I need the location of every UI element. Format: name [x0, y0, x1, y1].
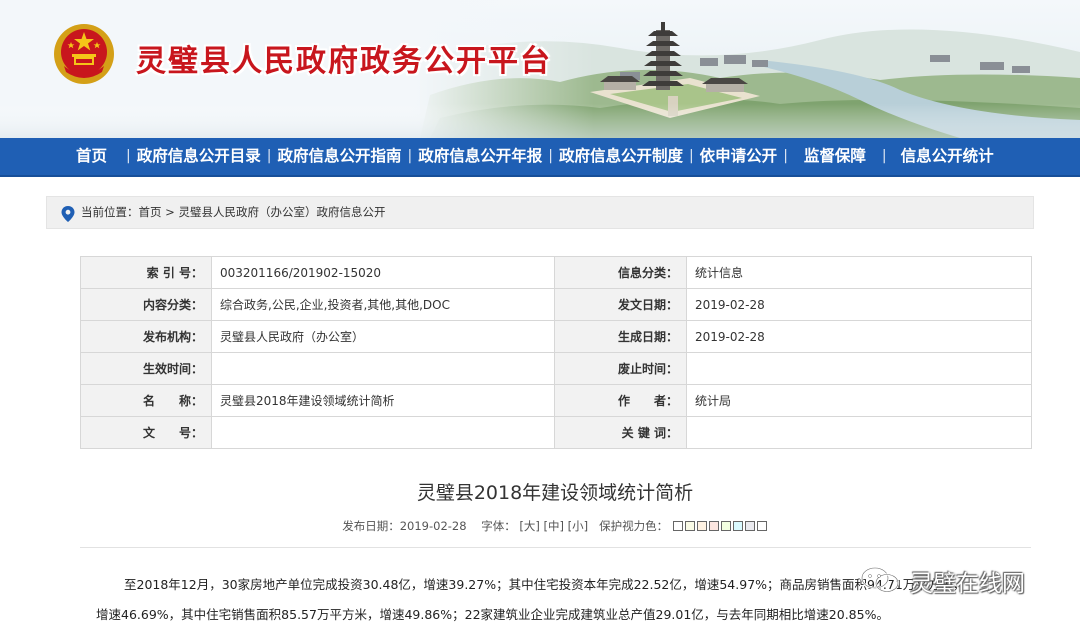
meta-value-expiry-time [686, 352, 1032, 385]
national-emblem-icon [54, 24, 114, 84]
eye-care-label: 保护视力色： [599, 519, 669, 533]
eye-care-swatch-7[interactable] [744, 521, 755, 531]
nav-separator: | [688, 148, 694, 164]
meta-value-issue-date: 2019-02-28 [686, 288, 1032, 321]
article-divider [80, 547, 1031, 548]
font-small-button[interactable]: [小] [568, 519, 588, 533]
meta-label-keywords: 关 键 词： [554, 416, 687, 449]
article-title: 灵璧县2018年建设领域统计简析 [416, 482, 694, 504]
meta-label-publisher: 发布机构： [80, 320, 212, 353]
meta-value-doc-number [211, 416, 555, 449]
eye-care-swatch-2[interactable] [684, 521, 695, 531]
nav-item-catalog[interactable]: 政府信息公开目录 [137, 138, 261, 175]
meta-value-author: 统计局 [686, 384, 1032, 417]
nav-separator: | [266, 148, 272, 164]
meta-label-author: 作 者： [554, 384, 687, 417]
meta-label-expiry-time: 废止时间： [554, 352, 687, 385]
meta-value-publisher: 灵璧县人民政府（办公室） [211, 320, 555, 353]
nav-separator: | [881, 148, 887, 164]
meta-label-name: 名 称： [80, 384, 212, 417]
meta-label-content-type: 内容分类： [80, 288, 212, 321]
nav-separator: | [126, 148, 131, 164]
meta-value-keywords [686, 416, 1032, 449]
eye-care-swatch-8[interactable] [756, 521, 767, 531]
eye-care-swatch-5[interactable] [720, 521, 731, 531]
breadcrumb-text[interactable]: 当前位置：首页 > 灵璧县人民政府（办公室）政府信息公开 [81, 197, 385, 228]
watermark-text: 灵璧在线网 [910, 571, 1025, 597]
nav-item-statistics[interactable]: 信息公开统计 [893, 138, 994, 175]
table-row: 内容分类： 综合政务,公民,企业,投资者,其他,其他,DOC 发文日期： 201… [80, 288, 1032, 321]
table-row: 名 称： 灵璧县2018年建设领域统计简析 作 者： 统计局 [80, 384, 1032, 417]
meta-value-category: 统计信息 [686, 256, 1032, 289]
table-row: 生效时间： 废止时间： [80, 352, 1032, 385]
nav-separator: | [783, 148, 788, 164]
nav-separator: | [548, 148, 553, 164]
meta-label-category: 信息分类： [554, 256, 687, 289]
meta-value-created-date: 2019-02-28 [686, 320, 1032, 353]
site-banner: 灵璧县人民政府政务公开平台 [0, 0, 1080, 138]
nav-item-home[interactable]: 首页 [60, 138, 120, 175]
breadcrumb: 当前位置：首页 > 灵璧县人民政府（办公室）政府信息公开 [46, 196, 1034, 229]
meta-value-index: 003201166/201902-15020 [211, 256, 555, 289]
location-pin-icon [61, 206, 75, 222]
main-nav: 首页 | 政府信息公开目录 | 政府信息公开指南 | 政府信息公开年报 | 政府… [0, 138, 1080, 177]
font-large-button[interactable]: [大] [519, 519, 539, 533]
meta-label-index: 索 引 号： [80, 256, 212, 289]
table-row: 索 引 号： 003201166/201902-15020 信息分类： 统计信息 [80, 256, 1032, 289]
nav-item-request[interactable]: 依申请公开 [700, 138, 778, 175]
nav-separator: | [407, 148, 413, 164]
article-meta-bar: 发布日期：2019-02-28 字体： [大] [中] [小] 保护视力色： [0, 518, 1080, 534]
eye-care-swatch-6[interactable] [732, 521, 743, 531]
eye-care-swatch-3[interactable] [696, 521, 707, 531]
meta-value-content-type: 综合政务,公民,企业,投资者,其他,其他,DOC [211, 288, 555, 321]
nav-item-guide[interactable]: 政府信息公开指南 [277, 138, 401, 175]
table-row: 文 号： 关 键 词： [80, 416, 1032, 449]
meta-label-created-date: 生成日期： [554, 320, 687, 353]
meta-label-issue-date: 发文日期： [554, 288, 687, 321]
font-size-label: 字体： [481, 519, 516, 533]
eye-care-swatches [672, 519, 768, 533]
meta-value-name: 灵璧县2018年建设领域统计简析 [211, 384, 555, 417]
nav-list: 首页 | 政府信息公开目录 | 政府信息公开指南 | 政府信息公开年报 | 政府… [60, 138, 994, 175]
nav-item-supervision[interactable]: 监督保障 [794, 138, 876, 175]
meta-label-effective-time: 生效时间： [80, 352, 212, 385]
nav-item-system[interactable]: 政府信息公开制度 [559, 138, 683, 175]
eye-care-swatch-1[interactable] [672, 521, 683, 531]
meta-value-effective-time [211, 352, 555, 385]
table-row: 发布机构： 灵璧县人民政府（办公室） 生成日期： 2019-02-28 [80, 320, 1032, 353]
article-publish-date: 发布日期：2019-02-28 [342, 519, 467, 533]
wechat-icon [860, 566, 900, 593]
site-title: 灵璧县人民政府政务公开平台 [136, 44, 552, 79]
nav-item-annual-report[interactable]: 政府信息公开年报 [418, 138, 542, 175]
font-medium-button[interactable]: [中] [544, 519, 564, 533]
meta-rows: 索 引 号： 003201166/201902-15020 信息分类： 统计信息… [80, 256, 1032, 449]
watermark: 灵璧在线网 [860, 560, 1060, 600]
document-meta-table: 索 引 号： 003201166/201902-15020 信息分类： 统计信息… [80, 256, 1032, 449]
meta-label-doc-number: 文 号： [80, 416, 212, 449]
eye-care-swatch-4[interactable] [708, 521, 719, 531]
